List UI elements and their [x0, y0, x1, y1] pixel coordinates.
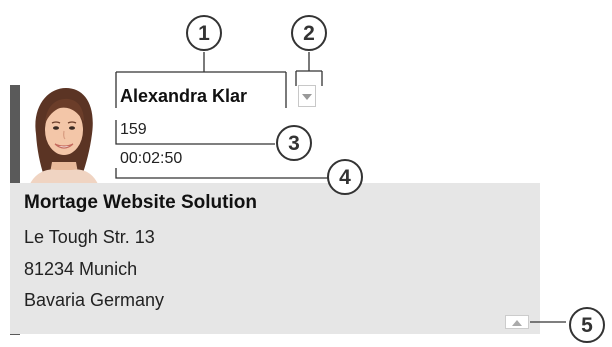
callout-circle-3 [276, 125, 312, 161]
caller-extension: 159 [120, 121, 147, 138]
contact-card-stage: Mortage Website Solution Le Tough Str. 1… [0, 0, 612, 347]
callout-circle-1 [186, 15, 222, 51]
callout-label-3: 3 [288, 132, 300, 155]
callout-label-2: 2 [303, 22, 315, 45]
chevron-down-icon [302, 94, 312, 100]
address-city: 81234 Munich [24, 259, 138, 279]
chevron-up-icon [512, 320, 522, 326]
caller-name: Alexandra Klar [120, 86, 248, 106]
callout-circle-2 [291, 15, 327, 51]
callout-label-5: 5 [581, 314, 593, 337]
contact-dropdown-button[interactable] [298, 85, 316, 107]
collapse-panel-button[interactable] [505, 315, 529, 329]
callout-circle-5 [569, 307, 605, 343]
avatar-photo [30, 88, 98, 184]
company-name: Mortage Website Solution [24, 192, 257, 213]
address-region: Bavaria Germany [24, 290, 165, 310]
address-street: Le Tough Str. 13 [24, 227, 155, 247]
callout-label-1: 1 [198, 22, 210, 45]
avatar [26, 84, 100, 184]
call-duration: 00:02:50 [120, 150, 183, 167]
